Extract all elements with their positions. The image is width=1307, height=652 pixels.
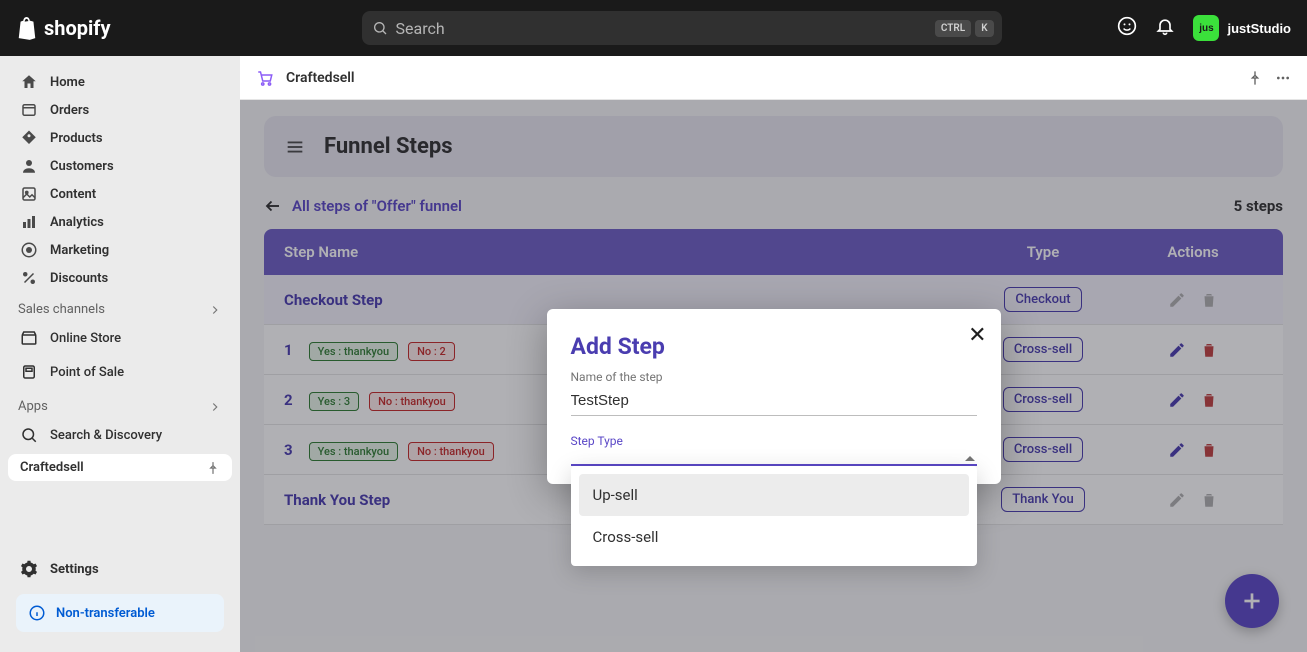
sidebar-item-online-store[interactable]: Online Store <box>8 323 232 353</box>
pin-icon[interactable] <box>1247 70 1263 86</box>
shopify-bag-icon <box>16 16 38 40</box>
step-type-select[interactable]: Up-sell Cross-sell <box>571 450 977 466</box>
person-icon <box>20 157 38 175</box>
sidebar-item-label: Analytics <box>50 215 104 230</box>
sidebar-item-content[interactable]: Content <box>8 180 232 208</box>
step-name-input[interactable] <box>571 386 977 416</box>
sidebar-item-label: Discounts <box>50 271 108 286</box>
non-transferable-banner[interactable]: Non-transferable <box>16 594 224 632</box>
page-header: Craftedsell <box>240 56 1307 100</box>
sidebar-item-label: Search & Discovery <box>50 428 162 443</box>
add-step-modal: ✕ Add Step Name of the step Step Type Up… <box>547 309 1001 484</box>
sidebar-item-analytics[interactable]: Analytics <box>8 208 232 236</box>
option-crosssell[interactable]: Cross-sell <box>579 516 969 558</box>
sidebar-item-marketing[interactable]: Marketing <box>8 236 232 264</box>
brand-text: shopify <box>44 16 111 40</box>
close-icon[interactable]: ✕ <box>968 323 986 348</box>
search-icon <box>20 426 38 444</box>
shopify-logo[interactable]: shopify <box>16 16 111 40</box>
sidebar-item-products[interactable]: Products <box>8 124 232 152</box>
orders-icon <box>20 101 38 119</box>
main-content: Craftedsell Funnel Steps All steps of "O… <box>240 56 1307 652</box>
sidebar-item-label: Settings <box>50 562 99 577</box>
pin-icon <box>206 461 220 475</box>
sidebar-item-label: Marketing <box>50 243 109 258</box>
sidebar-item-label: Craftedsell <box>20 460 84 475</box>
sidebar-item-settings[interactable]: Settings <box>8 552 232 586</box>
caret-up-icon <box>965 456 975 461</box>
tag-icon <box>20 129 38 147</box>
sidebar-item-label: Customers <box>50 159 114 174</box>
sidebar-item-search-discovery[interactable]: Search & Discovery <box>8 420 232 450</box>
sidebar-item-label: Home <box>50 75 85 90</box>
info-icon <box>28 604 46 622</box>
sidebar-item-pos[interactable]: Point of Sale <box>8 357 232 387</box>
search-shortcut: CTRL K <box>935 20 994 37</box>
sidebar: Home Orders Products Customers Content A… <box>0 56 240 652</box>
sidebar-item-discounts[interactable]: Discounts <box>8 264 232 292</box>
step-type-dropdown: Up-sell Cross-sell <box>571 466 977 566</box>
sidebar-item-label: Online Store <box>50 331 121 346</box>
home-icon <box>20 73 38 91</box>
sidebar-section-sales-channels[interactable]: Sales channels <box>0 292 240 321</box>
banner-text: Non-transferable <box>56 606 155 621</box>
chevron-right-icon <box>208 303 222 317</box>
sidebar-item-orders[interactable]: Orders <box>8 96 232 124</box>
bell-icon[interactable] <box>1155 16 1175 40</box>
chart-icon <box>20 213 38 231</box>
section-label: Apps <box>18 399 48 414</box>
user-name: justStudio <box>1227 21 1291 36</box>
image-icon <box>20 185 38 203</box>
percent-icon <box>20 269 38 287</box>
search-placeholder: Search <box>396 19 445 38</box>
search-input[interactable]: Search CTRL K <box>362 11 1002 45</box>
target-icon <box>20 241 38 259</box>
store-icon <box>20 329 38 347</box>
option-upsell[interactable]: Up-sell <box>579 474 969 516</box>
sidebar-item-home[interactable]: Home <box>8 68 232 96</box>
sidebar-item-label: Content <box>50 187 96 202</box>
face-icon[interactable] <box>1117 16 1137 40</box>
pos-icon <box>20 363 38 381</box>
sidebar-item-label: Products <box>50 131 103 146</box>
section-label: Sales channels <box>18 302 105 317</box>
chevron-right-icon <box>208 400 222 414</box>
page-title: Craftedsell <box>286 70 355 86</box>
avatar: jus <box>1193 15 1219 41</box>
modal-title: Add Step <box>571 333 977 360</box>
name-field-label: Name of the step <box>571 370 977 384</box>
sidebar-item-customers[interactable]: Customers <box>8 152 232 180</box>
user-menu-button[interactable]: jus justStudio <box>1193 15 1291 41</box>
sidebar-item-label: Point of Sale <box>50 365 124 380</box>
sidebar-section-apps[interactable]: Apps <box>0 389 240 418</box>
gear-icon <box>20 560 38 578</box>
sidebar-item-craftedsell[interactable]: Craftedsell <box>8 454 232 481</box>
sidebar-item-label: Orders <box>50 103 89 118</box>
topbar: shopify Search CTRL K jus justStudio <box>0 0 1307 56</box>
cart-icon <box>256 69 274 87</box>
type-field-label: Step Type <box>571 434 977 448</box>
more-icon[interactable] <box>1275 70 1291 86</box>
search-icon <box>372 20 388 36</box>
